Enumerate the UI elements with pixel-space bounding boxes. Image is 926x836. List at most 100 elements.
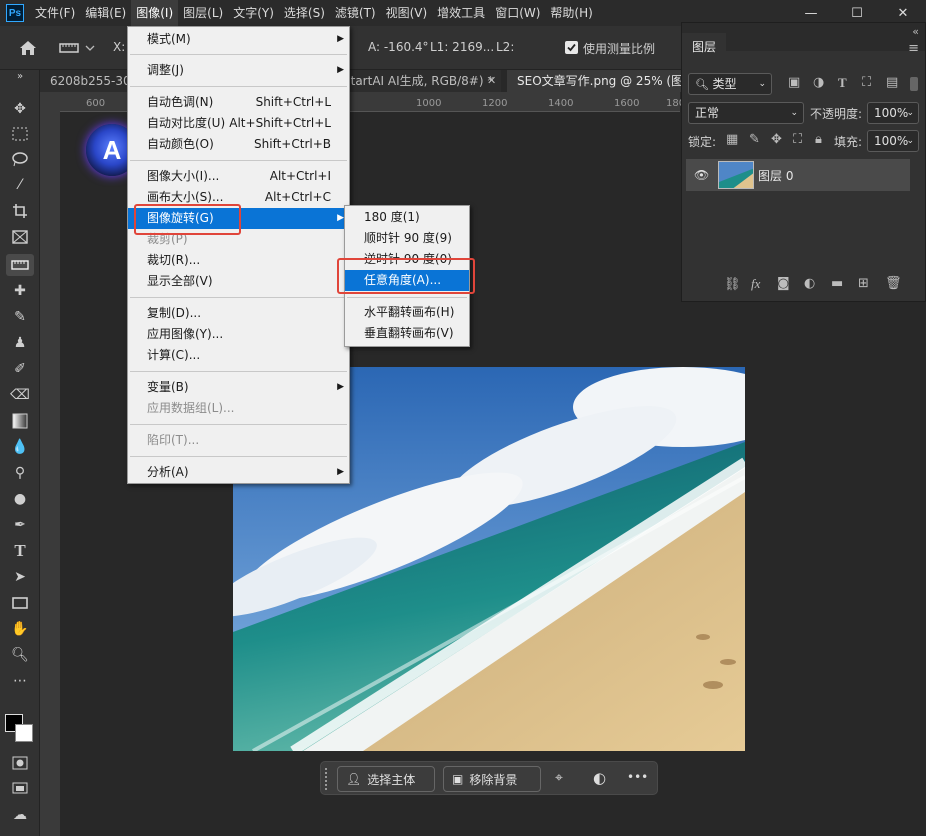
ruler-tool-icon[interactable] — [58, 39, 98, 57]
lasso-tool-icon[interactable] — [6, 148, 34, 170]
drag-handle[interactable] — [325, 768, 328, 790]
hand-tool-icon[interactable]: ✋ — [6, 618, 34, 640]
layer-name[interactable]: 图层 0 — [758, 167, 793, 184]
menu-item-duplicate[interactable]: 复制(D)... — [128, 303, 349, 324]
add-mask-icon[interactable]: ◙ — [777, 276, 790, 291]
eye-icon[interactable]: 👁︎ — [694, 168, 709, 182]
filter-type-icon[interactable]: T — [838, 75, 847, 91]
panel-menu-icon[interactable]: ≡ — [908, 41, 919, 56]
layer-style-icon[interactable]: fx — [751, 276, 760, 292]
submenu-arrow-icon: ▶ — [337, 34, 344, 44]
menu-item-trim[interactable]: 裁切(R)... — [128, 250, 349, 271]
blend-mode-select[interactable]: 正常 ⌄ — [688, 102, 804, 124]
menu-item-auto-color[interactable]: 自动颜色(O) Shift+Ctrl+B — [128, 134, 349, 155]
type-tool-icon[interactable]: T — [6, 540, 34, 562]
pen-tool-icon[interactable]: ✒ — [6, 514, 34, 536]
filter-shape-icon[interactable]: ⛶ — [862, 75, 871, 90]
menu-view[interactable]: 视图(V) — [381, 0, 433, 26]
collapse-icon[interactable]: » — [6, 70, 34, 82]
more-options-icon[interactable]: ••• — [627, 770, 648, 784]
menu-separator — [130, 160, 347, 161]
marquee-tool-icon[interactable] — [6, 123, 34, 145]
zoom-tool-icon[interactable]: 🔍︎ — [6, 644, 34, 666]
menu-item-apply-image[interactable]: 应用图像(Y)... — [128, 324, 349, 345]
sponge-tool-icon[interactable]: ● — [6, 488, 34, 510]
menu-item-image-size[interactable]: 图像大小(I)... Alt+Ctrl+I — [128, 166, 349, 187]
lock-pixels-icon[interactable]: ✎ — [749, 132, 760, 147]
blur-tool-icon[interactable]: 💧 — [6, 436, 34, 458]
filter-adjustment-icon[interactable]: ◑ — [813, 75, 824, 90]
new-group-icon[interactable]: ▬ — [831, 276, 843, 291]
menu-item-rotate-180[interactable]: 180 度(1) — [345, 207, 469, 228]
menu-item-rotate-cw-90[interactable]: 顺时针 90 度(9) — [345, 228, 469, 249]
menu-item-adjustments[interactable]: 调整(J) ▶ — [128, 60, 349, 81]
filter-smart-object-icon[interactable]: ▤ — [886, 75, 898, 90]
lock-artboard-icon[interactable]: ⛶ — [793, 132, 802, 147]
filter-toggle[interactable] — [910, 77, 918, 91]
layer-row[interactable]: 👁︎ 图层 0 — [686, 159, 910, 191]
menu-edit[interactable]: 编辑(E) — [80, 0, 131, 26]
select-subject-button[interactable]: 👤︎ 选择主体 — [337, 766, 435, 792]
dodge-tool-icon[interactable]: ⚲ — [6, 462, 34, 484]
healing-brush-icon[interactable]: ✚ — [6, 280, 34, 302]
link-layers-icon[interactable]: ⛓ — [724, 277, 741, 292]
cloud-search-icon[interactable]: ☁ — [6, 804, 34, 826]
menu-item-flip-vertical[interactable]: 垂直翻转画布(V) — [345, 323, 469, 344]
brush-tool-icon[interactable]: ✎ — [6, 306, 34, 328]
new-layer-icon[interactable]: ⊞ — [858, 276, 869, 291]
fill-input[interactable]: 100% ⌄ — [867, 130, 919, 152]
menu-type[interactable]: 文字(Y) — [228, 0, 279, 26]
adjust-icon[interactable]: ◐ — [593, 769, 606, 787]
tab-close-icon[interactable]: ✕ — [487, 74, 496, 87]
crop-tool-icon[interactable] — [6, 200, 34, 222]
screen-mode-icon[interactable] — [6, 778, 34, 800]
layer-filter-select[interactable]: 🔍︎ 类型 ⌄ — [688, 73, 772, 95]
tab-document-1[interactable]: 6208b255-30c — [40, 70, 140, 92]
lock-transparency-icon[interactable]: ▦ — [726, 132, 738, 147]
remove-background-button[interactable]: ▣ 移除背景 — [443, 766, 541, 792]
lock-all-icon[interactable]: 🔒︎ — [815, 132, 822, 147]
menu-select[interactable]: 选择(S) — [279, 0, 330, 26]
menu-item-auto-tone[interactable]: 自动色调(N) Shift+Ctrl+L — [128, 92, 349, 113]
menu-item-mode[interactable]: 模式(M) ▶ — [128, 29, 349, 50]
menu-item-variables[interactable]: 变量(B) ▶ — [128, 377, 349, 398]
history-brush-icon[interactable]: ✐ — [6, 358, 34, 380]
more-tools-icon[interactable]: ⋯ — [6, 670, 34, 692]
menu-filter[interactable]: 滤镜(T) — [330, 0, 381, 26]
menu-item-flip-horizontal[interactable]: 水平翻转画布(H) — [345, 302, 469, 323]
background-color-swatch[interactable] — [15, 724, 33, 742]
menu-item-analysis[interactable]: 分析(A) ▶ — [128, 462, 349, 483]
frame-tool-icon[interactable] — [6, 226, 34, 248]
filter-pixel-icon[interactable]: ▣ — [788, 75, 800, 90]
menu-image[interactable]: 图像(I) — [131, 0, 179, 26]
opacity-input[interactable]: 100% ⌄ — [867, 102, 919, 124]
menu-window[interactable]: 窗口(W) — [490, 0, 545, 26]
panel-collapse-icon[interactable]: « — [912, 25, 919, 38]
move-tool-icon[interactable]: ✥ — [6, 98, 34, 120]
stamp-tool-icon[interactable]: ♟ — [6, 332, 34, 354]
layers-tab[interactable]: 图层 — [682, 33, 727, 61]
rectangle-tool-icon[interactable] — [6, 592, 34, 614]
path-selection-icon[interactable]: ➤ — [6, 566, 34, 588]
ruler-tool-button-icon[interactable] — [6, 254, 34, 276]
gradient-tool-icon[interactable] — [6, 410, 34, 432]
home-icon[interactable] — [16, 36, 40, 60]
menu-item-reveal-all[interactable]: 显示全部(V) — [128, 271, 349, 292]
menu-file[interactable]: 文件(F) — [30, 0, 80, 26]
tab-document-3[interactable]: SEO文章写作.png @ 25% (图层 — [507, 70, 695, 92]
quick-mask-icon[interactable] — [6, 752, 34, 774]
magic-wand-icon[interactable]: ⁄ — [6, 174, 34, 196]
measure-scale-checkbox[interactable] — [565, 41, 578, 54]
annotation-highlight-arbitrary — [337, 258, 475, 294]
trash-icon[interactable]: 🗑︎ — [885, 276, 902, 291]
menu-layer[interactable]: 图层(L) — [178, 0, 228, 26]
menu-help[interactable]: 帮助(H) — [545, 0, 597, 26]
menu-plugins[interactable]: 增效工具 — [432, 0, 490, 26]
adjustment-layer-icon[interactable]: ◐ — [804, 276, 815, 291]
menu-item-calculations[interactable]: 计算(C)... — [128, 345, 349, 366]
menu-item-auto-contrast[interactable]: 自动对比度(U) Alt+Shift+Ctrl+L — [128, 113, 349, 134]
transform-icon[interactable]: ⌖ — [555, 770, 563, 786]
lock-position-icon[interactable]: ✥ — [771, 132, 782, 147]
tab-document-2[interactable]: StartAI AI生成, RGB/8#) * — [343, 70, 501, 92]
eraser-tool-icon[interactable]: ⌫ — [6, 384, 34, 406]
